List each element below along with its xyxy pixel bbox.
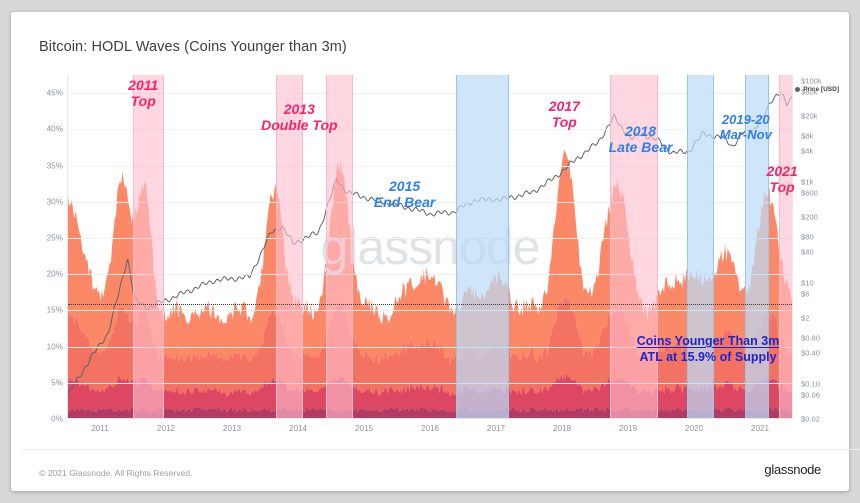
glassnode-logo: glassnode bbox=[764, 462, 821, 477]
y-axis-tick-right: $20k bbox=[801, 111, 818, 121]
x-axis-tick: 2011 bbox=[91, 424, 109, 433]
y-axis-tick-right: $4k bbox=[801, 146, 814, 156]
x-axis-tick: 2014 bbox=[288, 424, 308, 433]
x-axis-tick: 2018 bbox=[552, 424, 572, 433]
y-axis-tick-left: 40% bbox=[46, 124, 63, 134]
y-axis-tick-right: $0.10 bbox=[801, 379, 821, 389]
annotation-line-1: 2015 bbox=[389, 178, 421, 194]
highlight-band bbox=[456, 75, 510, 418]
copyright-text: © 2021 Glassnode. All Rights Reserved. bbox=[39, 468, 193, 478]
gridline bbox=[68, 310, 792, 312]
annotation-line-1: 2011 bbox=[128, 77, 159, 93]
x-axis-tick: 2015 bbox=[354, 424, 374, 433]
y-axis-tick-right: $40 bbox=[801, 247, 814, 257]
chart-annotation-2017: 2017 Top bbox=[548, 98, 580, 130]
y-axis-tick-right: $0.02 bbox=[801, 414, 821, 424]
x-axis-tick: 2020 bbox=[684, 424, 704, 433]
chart-annotation-2019-20: 2019-20 Mar-Nov bbox=[719, 112, 772, 142]
y-axis-tick-right: $8k bbox=[801, 131, 814, 141]
y-axis-tick-right: $6 bbox=[801, 289, 810, 299]
y-axis-tick-right: $1k bbox=[801, 177, 814, 187]
y-axis-tick-right: $0.06 bbox=[801, 390, 821, 400]
atl-callout-line-2: ATL at 15.9% of Supply bbox=[639, 349, 777, 364]
x-axis-tick: 2019 bbox=[618, 424, 638, 433]
plot-inner: glassnode bbox=[68, 75, 792, 418]
y-axis-tick-left: 5% bbox=[51, 378, 63, 388]
chart-annotation-2013: 2013 Double Top bbox=[261, 101, 338, 133]
gridline bbox=[68, 382, 792, 384]
gridline bbox=[68, 237, 792, 239]
x-axis-tick: 2012 bbox=[156, 424, 176, 433]
x-axis-tick: 2021 bbox=[750, 424, 770, 433]
y-axis-tick-left: 30% bbox=[46, 197, 63, 207]
y-axis-tick-left: 0% bbox=[51, 414, 63, 424]
y-axis-tick-left: 20% bbox=[46, 269, 63, 279]
gridline bbox=[68, 129, 792, 131]
atl-callout-line-1: Coins Younger Than 3m bbox=[636, 334, 780, 348]
chart-annotation-2018: 2018 Late Bear bbox=[608, 123, 673, 155]
annotation-line-2: End Bear bbox=[373, 193, 436, 210]
annotation-line-2: Late Bear bbox=[608, 138, 673, 155]
y-axis-tick-right: $600 bbox=[801, 188, 818, 198]
y-axis-tick-right: $80 bbox=[801, 232, 814, 242]
chart-card: Bitcoin: HODL Waves (Coins Younger than … bbox=[11, 12, 860, 491]
x-axis-tick: 2016 bbox=[420, 424, 440, 433]
atl-reference-line bbox=[68, 303, 792, 305]
annotation-line-1: 2018 bbox=[624, 123, 657, 139]
screenshot-frame: Bitcoin: HODL Waves (Coins Younger than … bbox=[0, 0, 860, 503]
btc-price-line bbox=[68, 92, 792, 396]
annotation-line-2: Mar-Nov bbox=[719, 126, 772, 142]
y-axis-tick-left: 25% bbox=[46, 233, 63, 243]
y-axis-tick-right: $0.80 bbox=[801, 333, 821, 343]
annotation-line-2: Double Top bbox=[261, 116, 338, 133]
page-title: Bitcoin: HODL Waves (Coins Younger than … bbox=[39, 39, 347, 55]
highlight-band bbox=[779, 75, 792, 418]
atl-callout: Coins Younger Than 3m ATL at 15.9% of Sup… bbox=[637, 334, 780, 365]
legend-dot-icon bbox=[795, 86, 801, 92]
y-axis-tick-right: $200 bbox=[801, 212, 818, 222]
footer-divider bbox=[22, 449, 860, 450]
y-axis-tick-left: 35% bbox=[46, 161, 63, 171]
annotation-line-2: Top bbox=[769, 178, 795, 195]
annotation-line-1: 2021 bbox=[766, 163, 798, 179]
y-axis-tick-right: $2 bbox=[801, 313, 810, 323]
y-axis-tick-left: 15% bbox=[46, 305, 63, 315]
gridline bbox=[68, 165, 792, 167]
annotation-line-2: Top bbox=[130, 92, 156, 109]
chart-annotation-2021: 2021 Top bbox=[766, 163, 798, 195]
annotation-line-1: 2013 bbox=[283, 101, 315, 117]
annotation-line-2: Top bbox=[551, 113, 577, 130]
y-axis-tick-left: 10% bbox=[46, 342, 63, 352]
y-axis-tick-right: $10 bbox=[801, 278, 814, 288]
annotation-line-1: 2019-20 bbox=[721, 112, 770, 127]
y-axis-tick-left: 45% bbox=[46, 88, 63, 98]
x-axis-tick: 2013 bbox=[222, 424, 242, 433]
highlight-band bbox=[687, 75, 715, 418]
y-axis-tick-right: $60k bbox=[801, 87, 818, 97]
gridline bbox=[68, 93, 792, 95]
plot-area[interactable]: glassnode bbox=[67, 75, 793, 419]
y-axis-tick-right: $100k bbox=[801, 76, 822, 86]
chart-annotation-2015: 2015 End Bear bbox=[373, 178, 436, 210]
y-axis-tick-right: $0.40 bbox=[801, 348, 821, 358]
gridline bbox=[68, 274, 792, 276]
highlight-band bbox=[133, 75, 164, 418]
x-axis-tick: 2017 bbox=[486, 424, 506, 433]
chart-annotation-2011: 2011 Top bbox=[128, 77, 159, 109]
annotation-line-1: 2017 bbox=[548, 98, 580, 114]
